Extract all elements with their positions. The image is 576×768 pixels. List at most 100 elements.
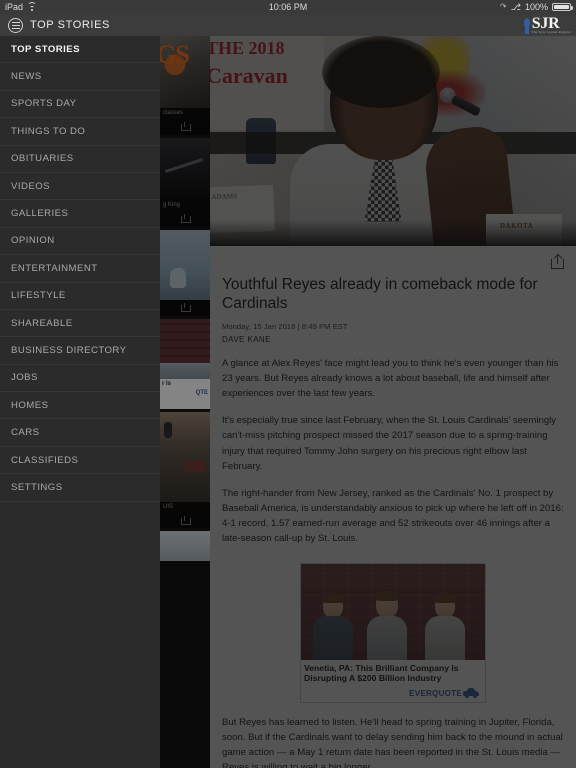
sidebar-item-label: ENTERTAINMENT [11,262,98,274]
car-icon [463,687,479,698]
list-item[interactable]: UIS [160,411,210,529]
ad-brand-name: EVERQUOTE [409,688,462,698]
card-thumbnail [160,411,210,502]
ios-status-bar: iPad 10:06 PM ↷ ⎇ 100% [0,0,576,14]
sidebar-item-shareable[interactable]: SHAREABLE [0,310,160,338]
article-paragraph: But Reyes has learned to listen. He'll h… [222,716,563,768]
nameplate-left-text: ADAMS [211,192,238,202]
sidebar-item-obituaries[interactable]: OBITUARIES [0,146,160,173]
share-icon[interactable] [181,303,191,313]
article-author: DAVE KANE [222,334,271,344]
sidebar-item-cars[interactable]: CARS [0,419,160,447]
feed-column[interactable]: GS classes g King r Is QTE UIS [160,36,210,768]
app-logo[interactable]: SJR The State Journal-Register [523,15,576,35]
page-title: Youthful Reyes already in comeback mode … [222,276,538,312]
ad-brand-row: EVERQUOTE [301,686,485,702]
sidebar-item-label: NEWS [11,71,42,83]
sidebar-item-label: GALLERIES [11,208,69,220]
sidebar-item-sports-day[interactable]: SPORTS DAY [0,91,160,119]
ad-headline: r Is [162,380,172,387]
article-timestamp: Monday, 15 Jan 2018 | 8:49 PM EST [222,321,348,331]
ad-headline[interactable]: Venetia, PA: This Brilliant Company Is D… [301,660,485,686]
sidebar-item-label: TOP STORIES [11,43,80,55]
ad-text-block: r Is QTE [160,378,210,409]
banner-line-2: Caravan [210,63,288,88]
nav-left-group[interactable]: TOP STORIES [0,17,110,33]
subject-hair [322,36,440,108]
sidebar-item-label: HOMES [11,399,49,411]
ad-card[interactable]: Venetia, PA: This Brilliant Company Is D… [300,562,486,703]
sidebar-item-business-directory[interactable]: BUSINESS DIRECTORY [0,337,160,365]
share-icon[interactable] [181,122,191,132]
article-share-row[interactable] [210,246,576,276]
ad-person [425,592,465,660]
list-item[interactable] [160,531,210,562]
card-action-bar[interactable] [160,512,210,529]
banner-line-1: THE 2018 [210,38,285,58]
sidebar-item-label: JOBS [11,372,38,384]
hamburger-menu-icon[interactable] [8,17,23,33]
app-nav-bar: TOP STORIES SJR The State Journal-Regist… [0,14,576,36]
article-hero-image: THE 2018 Caravan ADAMS DAKOTA [210,36,576,246]
article-paragraph: It's especially true since last February… [222,415,557,472]
sidebar-item-label: OPINION [11,235,55,247]
sidebar-item-label: VIDEOS [11,180,50,192]
sidebar-item-label: SETTINGS [11,481,63,493]
status-clock: 10:06 PM [268,2,308,12]
page-section-title: TOP STORIES [30,19,110,31]
sidebar-item-label: OBITUARIES [11,153,74,165]
ipad-news-app: GS classes g King r Is QTE UIS THE 2018 … [0,0,576,768]
ad-thumbnail [160,318,210,379]
sidebar-item-galleries[interactable]: GALLERIES [0,200,160,228]
sidebar-item-homes[interactable]: HOMES [0,392,160,420]
sidebar-item-opinion[interactable]: OPINION [0,228,160,256]
sidebar-item-classifieds[interactable]: CLASSIFIEDS [0,447,160,475]
card-caption: UIS [163,503,174,510]
hero-bottom-fade [210,220,576,246]
ad-image [301,563,485,660]
sidebar-item-entertainment[interactable]: ENTERTAINMENT [0,255,160,283]
article-paragraph: A glance at Alex Reyes' face might lead … [222,357,559,400]
thumbnail-overlay-text: GS [160,40,190,69]
logo-text: SJR The State Journal-Register [531,15,571,34]
card-action-bar[interactable] [160,118,210,135]
sidebar-item-label: CARS [11,427,40,439]
article-body: Youthful Reyes already in comeback mode … [210,276,576,768]
sidebar-item-label: BUSINESS DIRECTORY [11,344,127,356]
sidebar-item-news[interactable]: NEWS [0,63,160,91]
list-item-advertisement[interactable]: r Is QTE [160,318,210,409]
sidebar-item-videos[interactable]: VIDEOS [0,173,160,201]
card-thumbnail [160,229,210,300]
sidebar-item-label: LIFESTYLE [11,290,66,302]
list-item[interactable] [160,229,210,316]
list-item[interactable]: GS classes [160,36,210,135]
list-item[interactable]: g King [160,137,210,227]
article-paragraph: The right-hander from New Jersey, ranked… [222,487,564,545]
ad-person [367,590,407,660]
card-thumbnail [160,531,210,562]
inline-advertisement[interactable]: Venetia, PA: This Brilliant Company Is D… [222,562,564,703]
sidebar-item-settings[interactable]: SETTINGS [0,474,160,502]
card-thumbnail [160,137,210,200]
card-thumbnail: GS [160,36,210,108]
navigation-drawer[interactable]: TOP STORIES NEWS SPORTS DAY THINGS TO DO OBI… [0,36,160,768]
logo-tagline: The State Journal-Register [531,29,571,34]
card-caption: classes [163,110,184,116]
sidebar-item-label: SHAREABLE [11,317,73,329]
card-caption: g King [163,201,181,208]
sidebar-item-top-stories[interactable]: TOP STORIES [0,36,160,64]
card-action-bar[interactable] [160,299,210,316]
sidebar-item-jobs[interactable]: JOBS [0,365,160,393]
sidebar-item-label: CLASSIFIEDS [11,454,79,466]
share-icon[interactable] [181,515,191,525]
share-icon[interactable] [181,214,191,224]
sidebar-item-lifestyle[interactable]: LIFESTYLE [0,283,160,310]
article-detail-panel[interactable]: THE 2018 Caravan ADAMS DAKOTA [210,36,576,768]
sidebar-item-label: THINGS TO DO [11,125,86,137]
battery-full-icon [552,3,573,11]
share-icon[interactable] [551,253,564,269]
capitol-dome-icon [523,17,531,35]
sidebar-item-things-to-do[interactable]: THINGS TO DO [0,118,160,146]
card-action-bar[interactable] [160,210,210,227]
